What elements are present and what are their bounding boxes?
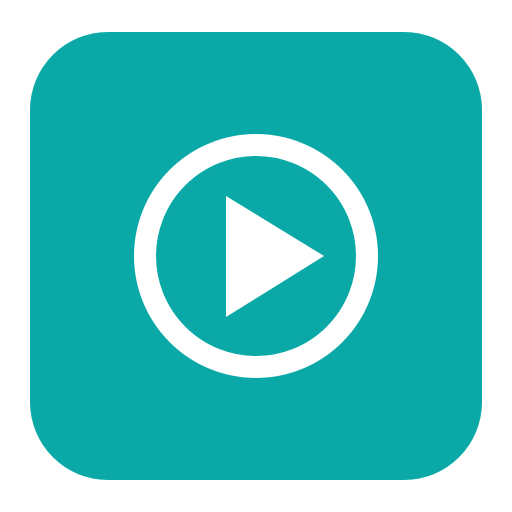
play-triangle (226, 196, 324, 317)
app-icon-canvas (0, 0, 512, 512)
video-app-icon-button[interactable] (30, 32, 482, 480)
play-circle-icon (134, 134, 378, 378)
